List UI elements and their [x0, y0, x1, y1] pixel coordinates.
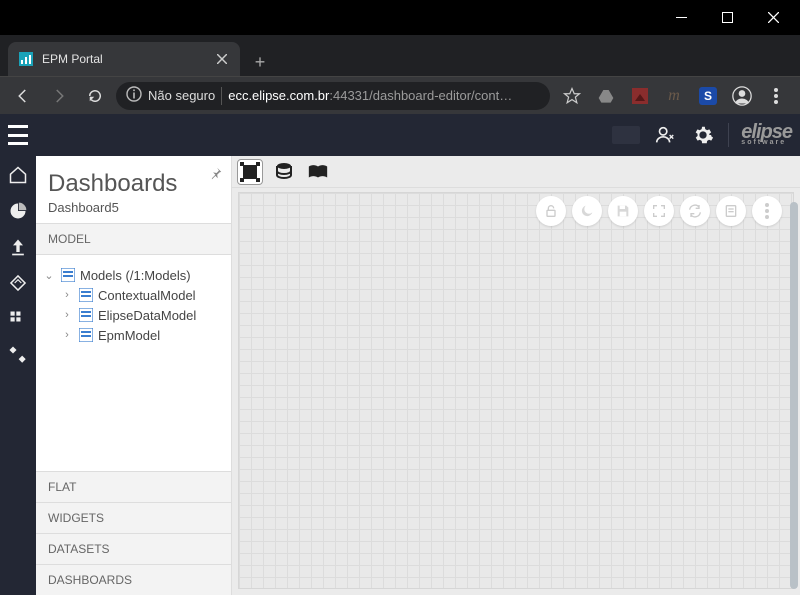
- browser-tab[interactable]: EPM Portal: [8, 42, 240, 76]
- pin-icon[interactable]: [209, 166, 223, 185]
- caret-right-icon[interactable]: ›: [60, 329, 74, 341]
- vnav-home-icon[interactable]: [7, 164, 29, 186]
- new-tab-button[interactable]: +: [246, 48, 274, 76]
- vertical-scrollbar[interactable]: [790, 202, 798, 589]
- hamburger-menu-button[interactable]: [8, 125, 28, 145]
- header-separator: [728, 123, 729, 147]
- tree-root-label: Models (/1:Models): [80, 268, 191, 283]
- note-button[interactable]: [716, 196, 746, 226]
- section-datasets[interactable]: DATASETS: [36, 533, 231, 564]
- app-header: elipsesoftware: [0, 114, 800, 156]
- save-button[interactable]: [608, 196, 638, 226]
- browser-tab-strip: EPM Portal +: [0, 35, 800, 76]
- vnav-apps-icon[interactable]: [7, 308, 29, 330]
- vnav-upload-icon[interactable]: [7, 236, 29, 258]
- profile-avatar-icon[interactable]: [732, 86, 752, 106]
- section-dashboards[interactable]: DASHBOARDS: [36, 564, 231, 595]
- nav-back-button[interactable]: [8, 81, 38, 111]
- panel-subtitle: Dashboard5: [48, 200, 219, 215]
- nav-reload-button[interactable]: [80, 81, 110, 111]
- vnav-chart-icon[interactable]: [7, 200, 29, 222]
- moon-button[interactable]: [572, 196, 602, 226]
- model-icon: [78, 287, 94, 303]
- model-icon: [78, 327, 94, 343]
- tree-item[interactable]: › EpmModel: [42, 325, 225, 345]
- bookmark-star-icon[interactable]: [562, 86, 582, 106]
- site-info-icon[interactable]: [126, 86, 142, 105]
- ext-m-icon[interactable]: m: [664, 86, 684, 106]
- dashboard-canvas[interactable]: [238, 192, 794, 589]
- canvas-float-buttons: [536, 196, 782, 226]
- vnav-tools-icon[interactable]: [7, 344, 29, 366]
- tool-book-icon[interactable]: [306, 160, 330, 184]
- vnav-diamond-icon[interactable]: [7, 272, 29, 294]
- lock-button[interactable]: [536, 196, 566, 226]
- header-indicator: [612, 126, 640, 144]
- canvas-toolbar: [232, 156, 800, 188]
- ext-drive-icon[interactable]: [596, 86, 616, 106]
- user-icon[interactable]: [652, 122, 678, 148]
- refresh-button[interactable]: [680, 196, 710, 226]
- nav-forward-button[interactable]: [44, 81, 74, 111]
- main-area: Dashboards Dashboard5 MODEL ⌄ Models (/1…: [0, 156, 800, 595]
- svg-text:S: S: [704, 89, 712, 103]
- window-maximize-button[interactable]: [704, 0, 750, 35]
- panel-bottom-sections: FLAT WIDGETS DATASETS DASHBOARDS: [36, 471, 231, 595]
- canvas-area: [232, 156, 800, 595]
- caret-down-icon[interactable]: ⌄: [42, 269, 56, 282]
- tab-title: EPM Portal: [42, 52, 206, 66]
- left-panel: Dashboards Dashboard5 MODEL ⌄ Models (/1…: [36, 156, 232, 595]
- window-titlebar: [0, 0, 800, 35]
- security-label: Não seguro: [148, 88, 215, 103]
- section-model[interactable]: MODEL: [36, 223, 231, 255]
- tree-item-label: EpmModel: [98, 328, 160, 343]
- address-url: ecc.elipse.com.br:44331/dashboard-editor…: [228, 88, 512, 103]
- brand-logo: elipsesoftware: [741, 125, 792, 145]
- tree-item-label: ElipseDataModel: [98, 308, 196, 323]
- tab-close-button[interactable]: [214, 51, 230, 67]
- tool-bbox-icon[interactable]: [238, 160, 262, 184]
- window-close-button[interactable]: [750, 0, 796, 35]
- model-icon: [60, 267, 76, 283]
- more-button[interactable]: [752, 196, 782, 226]
- caret-right-icon[interactable]: ›: [60, 309, 74, 321]
- panel-title: Dashboards: [48, 170, 219, 198]
- settings-gear-icon[interactable]: [690, 122, 716, 148]
- tree-item[interactable]: › ElipseDataModel: [42, 305, 225, 325]
- browser-toolbar: Não seguro ecc.elipse.com.br:44331/dashb…: [0, 76, 800, 114]
- caret-right-icon[interactable]: ›: [60, 289, 74, 301]
- left-panel-header: Dashboards Dashboard5: [36, 156, 231, 223]
- tool-database-icon[interactable]: [272, 160, 296, 184]
- tab-favicon: [18, 51, 34, 67]
- model-icon: [78, 307, 94, 323]
- ext-s-icon[interactable]: S: [698, 86, 718, 106]
- address-divider: [221, 87, 222, 105]
- fullscreen-button[interactable]: [644, 196, 674, 226]
- window-minimize-button[interactable]: [658, 0, 704, 35]
- section-widgets[interactable]: WIDGETS: [36, 502, 231, 533]
- tree-root[interactable]: ⌄ Models (/1:Models): [42, 265, 225, 285]
- tree-item-label: ContextualModel: [98, 288, 196, 303]
- address-bar[interactable]: Não seguro ecc.elipse.com.br:44331/dashb…: [116, 82, 550, 110]
- browser-menu-icon[interactable]: [766, 86, 786, 106]
- model-tree: ⌄ Models (/1:Models) › ContextualModel ›…: [36, 255, 231, 471]
- section-flat[interactable]: FLAT: [36, 471, 231, 502]
- ext-pdf-icon[interactable]: [630, 86, 650, 106]
- tree-item[interactable]: › ContextualModel: [42, 285, 225, 305]
- vertical-nav: [0, 156, 36, 595]
